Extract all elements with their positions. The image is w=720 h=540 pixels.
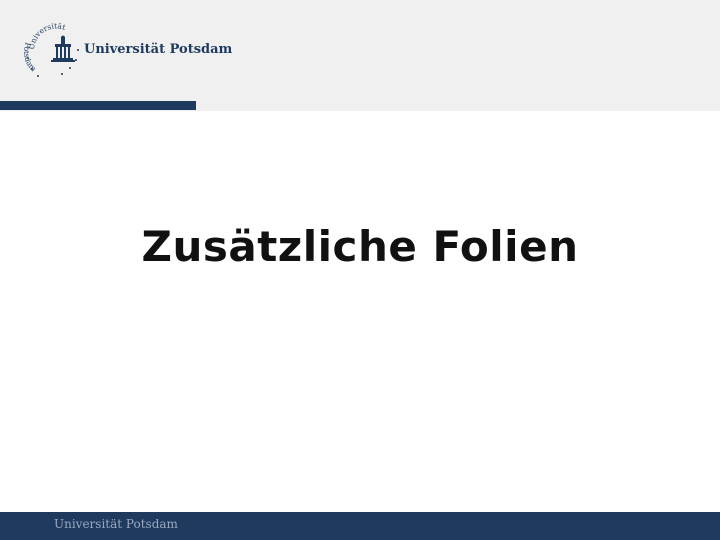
header-accent-bar (0, 101, 196, 110)
seal-dots (27, 49, 79, 77)
university-logo: Universität Potsdam Universität Potsdam (18, 14, 232, 86)
slide-footer: Universität Potsdam (0, 512, 720, 540)
slide-header: Universität Potsdam Universität Potsdam (0, 0, 720, 111)
footer-text: Universität Potsdam (54, 517, 178, 531)
building-icon (51, 35, 75, 62)
slide-title: Zusätzliche Folien (141, 222, 579, 271)
university-seal-icon: Universität Potsdam (22, 21, 79, 77)
logo-wordmark: Universität Potsdam (84, 42, 233, 57)
